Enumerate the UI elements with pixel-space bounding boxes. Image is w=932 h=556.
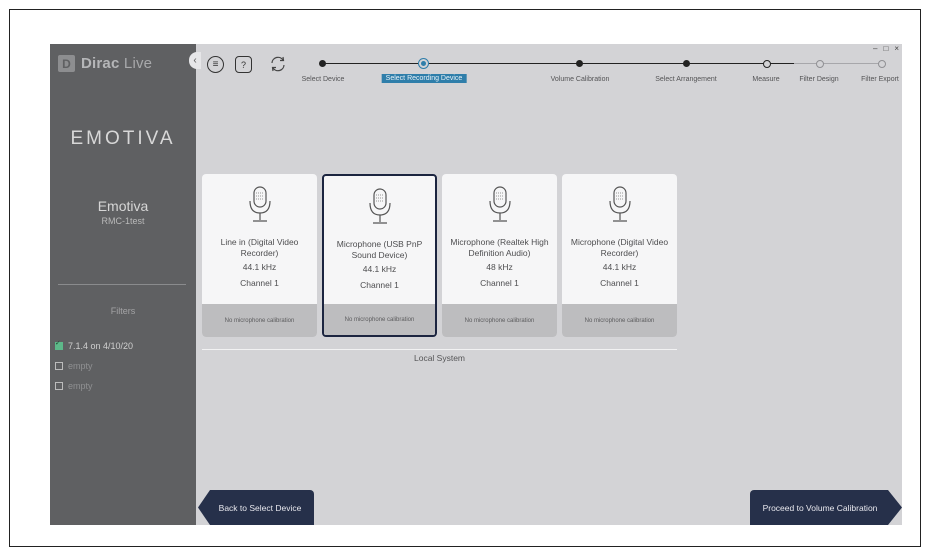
proceed-button[interactable]: Proceed to Volume Calibration xyxy=(750,490,902,525)
checkbox-icon[interactable] xyxy=(55,362,63,370)
step-select-arrangement[interactable]: Select Arrangement xyxy=(655,76,716,83)
progress-steps: Select Device Select Recording Device Vo… xyxy=(294,44,902,84)
filter-slot-label: 7.1.4 on 4/10/20 xyxy=(68,341,134,351)
app-logo: D Dirac Live xyxy=(58,55,152,72)
step-select-recording-device[interactable]: Select Recording Device xyxy=(381,74,467,83)
recording-device-card[interactable]: Microphone (Digital Video Recorder) 44.1… xyxy=(562,174,677,337)
step-dot-done[interactable] xyxy=(683,60,690,67)
refresh-icon[interactable] xyxy=(268,54,288,74)
device-card-calibration[interactable]: No microphone calibration xyxy=(442,304,557,337)
recording-device-card[interactable]: Line in (Digital Video Recorder) 44.1 kH… xyxy=(202,174,317,337)
microphone-icon xyxy=(608,186,631,222)
checkbox-icon[interactable] xyxy=(55,382,63,390)
step-select-device[interactable]: Select Device xyxy=(302,76,345,83)
device-card-calibration[interactable]: No microphone calibration xyxy=(324,304,435,335)
step-volume-calibration[interactable]: Volume Calibration xyxy=(551,76,610,83)
device-card-name: Microphone (Realtek High Definition Audi… xyxy=(450,237,549,258)
help-button[interactable]: ? xyxy=(235,56,252,73)
step-dot-future xyxy=(816,60,824,68)
filters-title: Filters xyxy=(110,306,136,316)
step-measure[interactable]: Measure xyxy=(752,76,779,83)
app-name-primary: Dirac xyxy=(81,55,120,72)
device-card-channel: Channel 1 xyxy=(480,278,519,288)
device-card-channel: Channel 1 xyxy=(360,280,399,290)
step-dot-future xyxy=(878,60,886,68)
device-card-name: Microphone (Digital Video Recorder) xyxy=(570,237,669,258)
device-card-calibration[interactable]: No microphone calibration xyxy=(202,304,317,337)
system-divider xyxy=(202,349,677,350)
system-group-label: Local System xyxy=(413,353,466,363)
microphone-icon xyxy=(368,188,391,224)
device-card-rate: 48 kHz xyxy=(486,262,513,272)
device-model: RMC-1test xyxy=(101,216,145,226)
step-dot-done[interactable] xyxy=(576,60,583,67)
device-card-rate: 44.1 kHz xyxy=(362,264,397,274)
step-connector xyxy=(322,63,794,64)
sidebar-collapse-button[interactable]: ‹ xyxy=(189,52,201,69)
filter-slot-3[interactable]: empty xyxy=(55,376,133,396)
microphone-icon xyxy=(248,186,271,222)
recording-device-card[interactable]: Microphone (Realtek High Definition Audi… xyxy=(442,174,557,337)
step-filter-export: Filter Export xyxy=(861,76,899,83)
brand-logo: EMOTIVA xyxy=(70,128,176,149)
device-name: Emotiva xyxy=(97,198,149,214)
sidebar-divider xyxy=(58,284,186,285)
filter-slot-1[interactable]: 7.1.4 on 4/10/20 xyxy=(55,336,133,356)
dirac-logo-icon: D xyxy=(58,55,75,72)
device-card-rate: 44.1 kHz xyxy=(242,262,277,272)
back-button[interactable]: Back to Select Device xyxy=(198,490,314,525)
microphone-icon xyxy=(488,186,511,222)
device-card-rate: 44.1 kHz xyxy=(602,262,637,272)
recording-device-card-selected[interactable]: Microphone (USB PnP Sound Device) 44.1 k… xyxy=(322,174,437,337)
step-dot-current[interactable] xyxy=(418,58,429,69)
filter-slot-label: empty xyxy=(68,381,93,391)
checkbox-checked-icon[interactable] xyxy=(55,339,63,350)
device-card-channel: Channel 1 xyxy=(240,278,279,288)
dirac-live-app: D Dirac Live EMOTIVA Emotiva RMC-1test F… xyxy=(50,44,902,525)
filter-slot-2[interactable]: empty xyxy=(55,356,133,376)
step-filter-design: Filter Design xyxy=(799,76,839,83)
device-card-calibration[interactable]: No microphone calibration xyxy=(562,304,677,337)
menu-button[interactable]: ≡ xyxy=(207,56,224,73)
app-name-suffix: Live xyxy=(123,55,153,72)
device-card-name: Microphone (USB PnP Sound Device) xyxy=(336,239,423,260)
step-connector-pending xyxy=(794,63,884,64)
filter-slot-label: empty xyxy=(68,361,93,371)
step-dot-open[interactable] xyxy=(763,60,771,68)
filter-list: 7.1.4 on 4/10/20 empty empty xyxy=(55,336,133,396)
step-dot-done[interactable] xyxy=(319,60,326,67)
device-card-channel: Channel 1 xyxy=(600,278,639,288)
device-card-name: Line in (Digital Video Recorder) xyxy=(220,237,299,258)
app-name: Dirac Live xyxy=(81,55,152,72)
sidebar: D Dirac Live EMOTIVA Emotiva RMC-1test F… xyxy=(50,44,196,525)
